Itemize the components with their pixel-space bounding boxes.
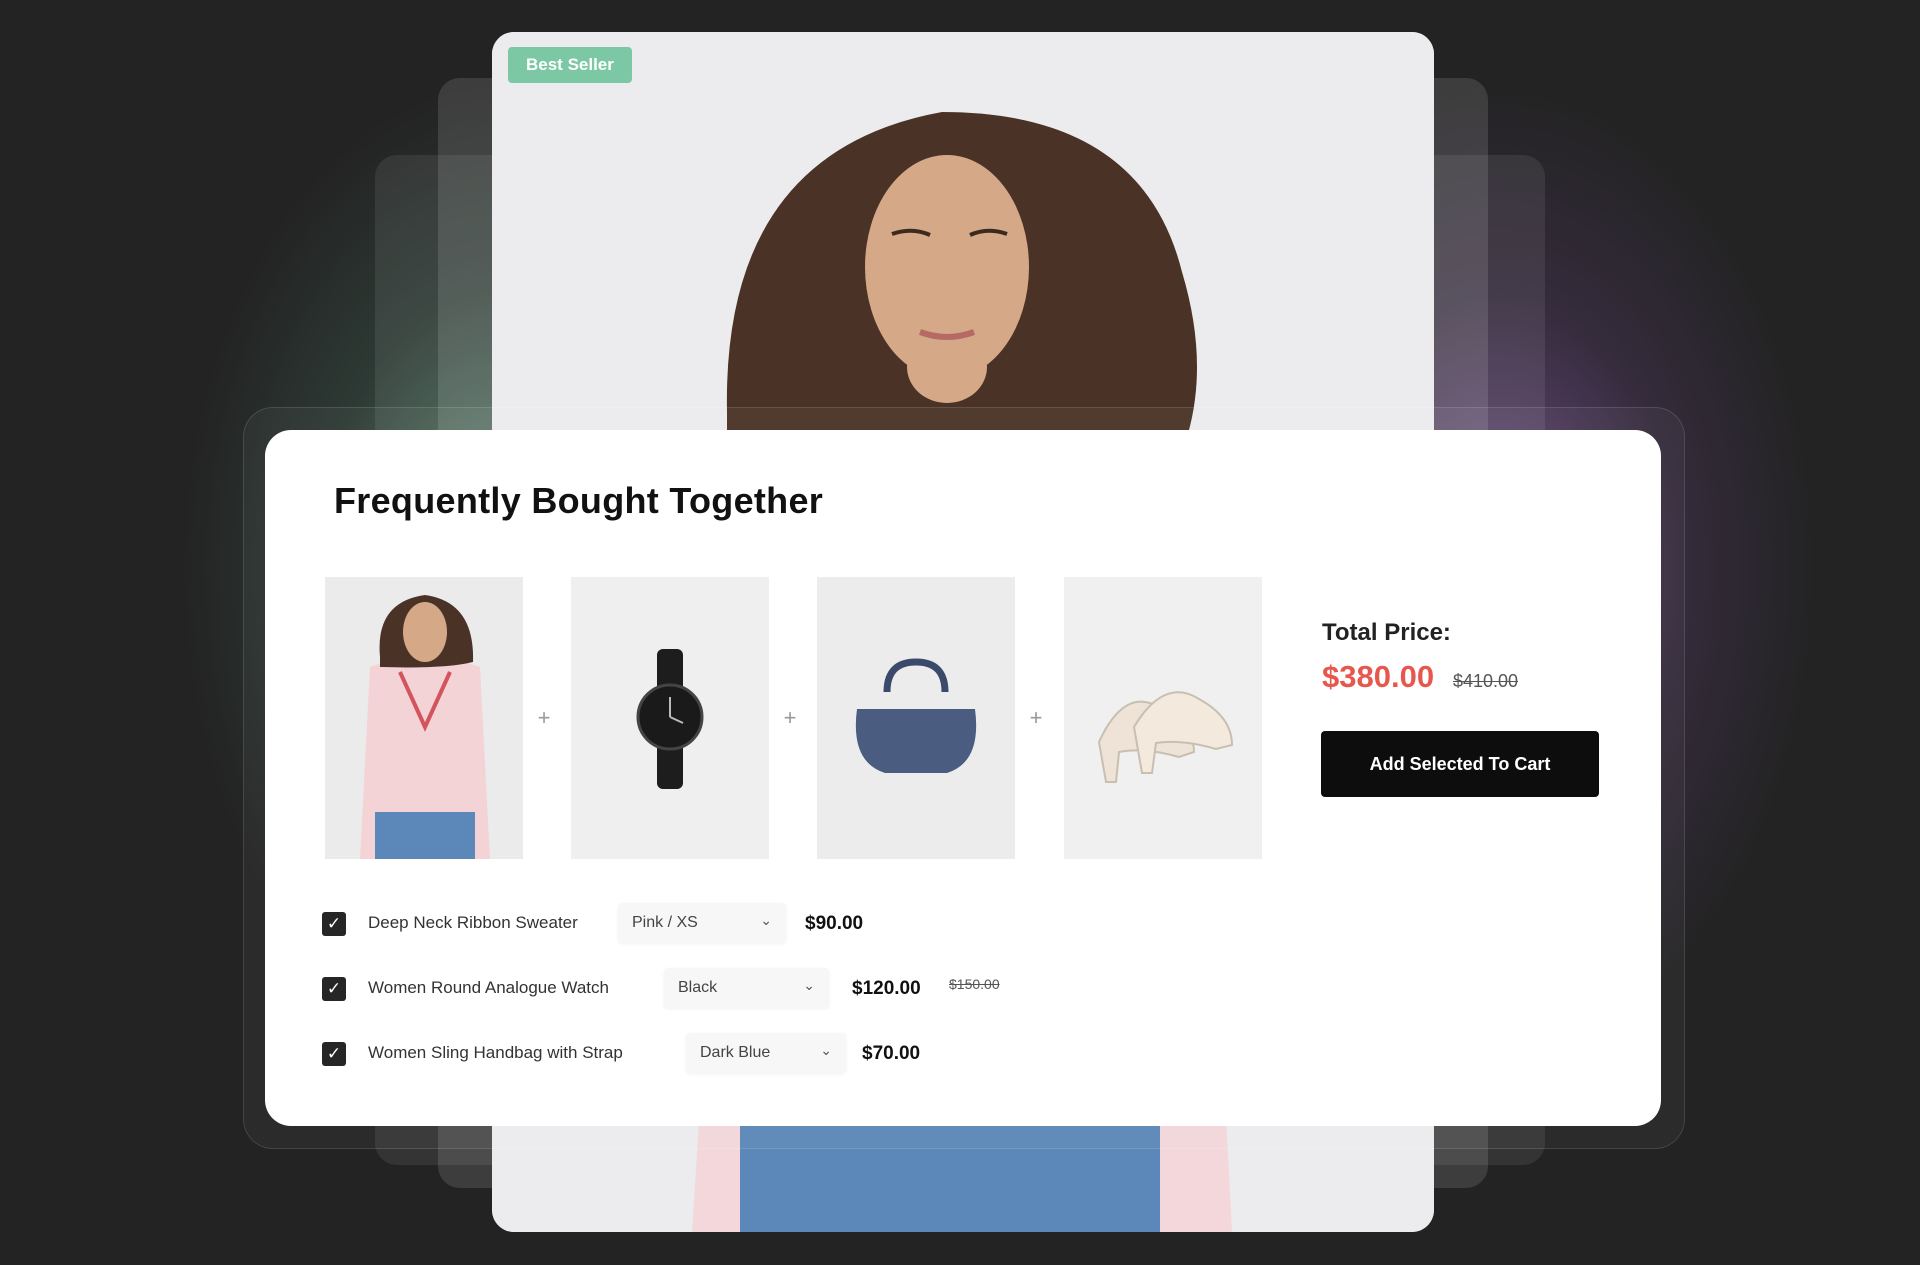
shoes-product-image	[1064, 577, 1262, 859]
chevron-down-icon: ⌄	[820, 1042, 832, 1058]
variant-select[interactable]: Dark Blue ⌄	[686, 1033, 846, 1073]
product-row: ✓ Women Sling Handbag with Strap Dark Bl…	[322, 1033, 1022, 1073]
product-old-price: $150.00	[949, 976, 1000, 992]
thumb-sweater[interactable]	[325, 577, 523, 859]
product-name: Women Sling Handbag with Strap	[368, 1043, 623, 1062]
product-price: $120.00	[852, 978, 921, 999]
product-row: ✓ Deep Neck Ribbon Sweater Pink / XS ⌄ $…	[322, 903, 922, 943]
plus-icon: +	[1029, 705, 1043, 730]
total-price: $380.00	[1322, 659, 1435, 694]
total-price-label: Total Price:	[1322, 619, 1451, 646]
variant-value: Dark Blue	[700, 1044, 771, 1061]
checkbox-checked-icon[interactable]: ✓	[322, 977, 346, 1001]
add-selected-to-cart-button[interactable]: Add Selected To Cart	[1321, 731, 1599, 797]
frequently-bought-together-card: Frequently Bought Together + + + Total P…	[265, 430, 1661, 1126]
widget-title: Frequently Bought Together	[334, 480, 824, 521]
variant-select[interactable]: Black ⌄	[664, 968, 829, 1008]
product-row: ✓ Women Round Analogue Watch Black ⌄ $12…	[322, 968, 1042, 1008]
checkbox-checked-icon[interactable]: ✓	[322, 912, 346, 936]
handbag-product-image	[817, 577, 1015, 859]
thumb-watch[interactable]	[571, 577, 769, 859]
product-price: $90.00	[805, 913, 864, 934]
chevron-down-icon: ⌄	[760, 912, 772, 928]
variant-value: Black	[678, 979, 718, 996]
product-name: Deep Neck Ribbon Sweater	[368, 913, 578, 932]
best-seller-badge: Best Seller	[508, 47, 632, 83]
plus-icon: +	[783, 705, 797, 730]
product-name: Women Round Analogue Watch	[368, 978, 609, 997]
chevron-down-icon: ⌄	[803, 977, 815, 993]
watch-product-image	[571, 577, 769, 859]
variant-select[interactable]: Pink / XS ⌄	[618, 903, 786, 943]
thumb-handbag[interactable]	[817, 577, 1015, 859]
plus-icon: +	[537, 705, 551, 730]
total-old-price: $410.00	[1453, 671, 1519, 691]
variant-value: Pink / XS	[632, 914, 698, 931]
sweater-product-image	[325, 577, 523, 859]
product-price: $70.00	[862, 1043, 921, 1064]
checkbox-checked-icon[interactable]: ✓	[322, 1042, 346, 1066]
thumb-shoes[interactable]	[1064, 577, 1262, 859]
